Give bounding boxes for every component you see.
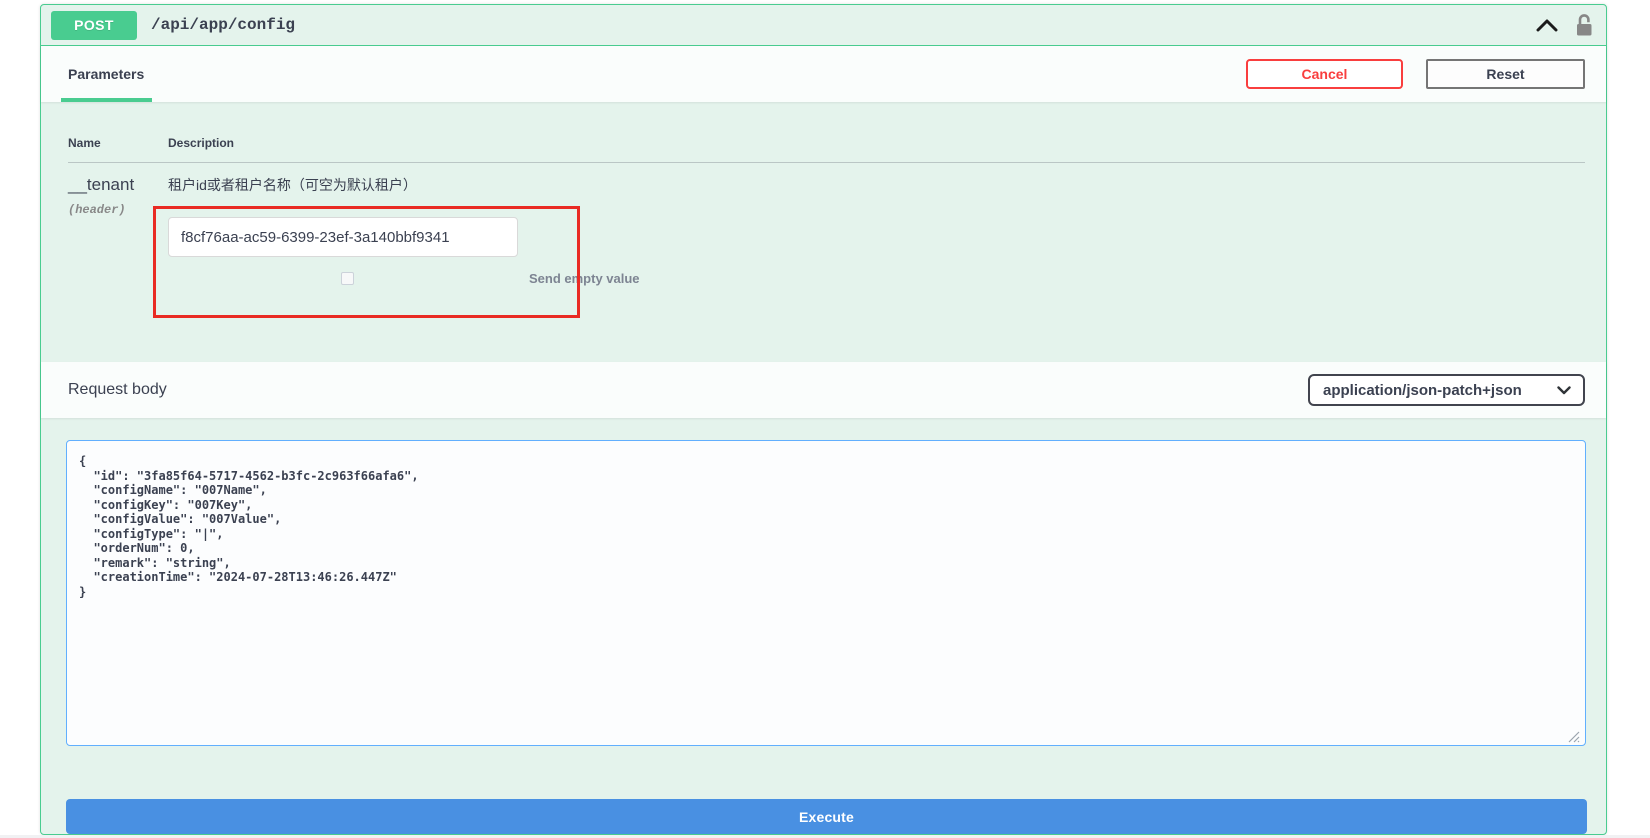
send-empty-value-row: Send empty value — [168, 271, 1585, 286]
parameter-name-cell: __tenant (header) — [68, 175, 168, 286]
method-badge: POST — [51, 11, 137, 40]
opblock-summary[interactable]: POST /api/app/config — [41, 5, 1606, 46]
send-empty-value-checkbox[interactable] — [341, 272, 354, 285]
column-header-description: Description — [168, 136, 234, 150]
reset-button[interactable]: Reset — [1426, 59, 1585, 89]
content-type-select[interactable]: application/json-patch+json — [1308, 374, 1585, 406]
parameter-description-cell: 租户id或者租户名称（可空为默认租户） Send empty value — [168, 175, 1585, 286]
request-body-section-header: Request body application/json-patch+json — [41, 362, 1606, 418]
execute-button[interactable]: Execute — [66, 799, 1587, 834]
parameters-table-head: Name Description — [68, 136, 1585, 163]
tab-parameters-label: Parameters — [68, 66, 144, 82]
parameters-table: Name Description __tenant (header) 租户id或… — [41, 102, 1606, 362]
request-body-editor-area: { "id": "3fa85f64-5717-4562-b3fc-2c963f6… — [41, 418, 1606, 746]
request-body-textarea[interactable]: { "id": "3fa85f64-5717-4562-b3fc-2c963f6… — [66, 440, 1586, 746]
send-empty-value-label: Send empty value — [529, 271, 640, 286]
parameter-description: 租户id或者租户名称（可空为默认租户） — [168, 175, 1585, 195]
content-type-value: application/json-patch+json — [1323, 382, 1522, 399]
parameter-location: (header) — [68, 203, 168, 217]
chevron-down-icon — [1557, 386, 1571, 395]
page: POST /api/app/config Parameters — [0, 0, 1650, 838]
cancel-button[interactable]: Cancel — [1246, 59, 1403, 89]
parameter-name: __tenant — [68, 175, 168, 195]
parameters-section-header: Parameters Cancel Reset — [41, 46, 1606, 102]
table-row: __tenant (header) 租户id或者租户名称（可空为默认租户） Se… — [68, 163, 1585, 286]
endpoint-path: /api/app/config — [151, 16, 295, 34]
execute-area: Execute — [41, 746, 1606, 834]
unlocked-padlock-icon[interactable] — [1574, 13, 1594, 38]
opblock-post-config: POST /api/app/config Parameters — [40, 4, 1607, 835]
collapse-chevron-up-icon[interactable] — [1536, 19, 1558, 32]
request-body-label: Request body — [68, 381, 167, 399]
column-header-name: Name — [68, 136, 168, 150]
tenant-value-input[interactable] — [168, 217, 518, 257]
tab-parameters[interactable]: Parameters — [68, 46, 144, 102]
